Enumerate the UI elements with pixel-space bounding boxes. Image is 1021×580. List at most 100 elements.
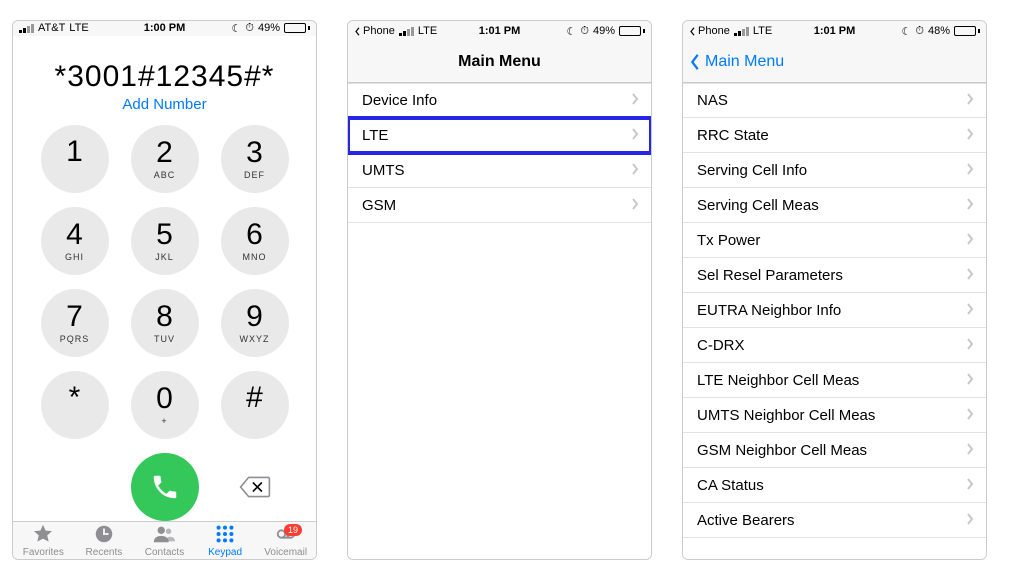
back-label: Main Menu	[705, 53, 784, 71]
menu-row[interactable]: LTE	[348, 118, 651, 153]
tab-recents[interactable]: Recents	[74, 522, 135, 559]
menu-row[interactable]: EUTRA Neighbor Info	[683, 293, 986, 328]
battery-icon	[284, 23, 310, 33]
alarm-icon: ⏱	[915, 25, 924, 38]
voicemail-badge: 19	[284, 524, 302, 536]
chevron-left-icon	[354, 27, 361, 36]
keypad-key-star[interactable]: *	[41, 371, 109, 439]
keypad-key-3[interactable]: 3DEF	[221, 125, 289, 193]
key-letters: PQRS	[60, 334, 90, 344]
keypad-key-9[interactable]: 9WXYZ	[221, 289, 289, 357]
chevron-right-icon	[966, 337, 974, 354]
chevron-right-icon	[966, 162, 974, 179]
add-number-button[interactable]: Add Number	[13, 96, 316, 121]
alarm-icon: ⏱	[245, 22, 254, 35]
menu-row[interactable]: GSM Neighbor Cell Meas	[683, 433, 986, 468]
delete-button[interactable]	[221, 475, 289, 499]
keypad-key-5[interactable]: 5 JKL	[131, 207, 199, 275]
key-letters: JKL	[155, 252, 174, 262]
menu-row[interactable]: Tx Power	[683, 223, 986, 258]
chevron-right-icon	[631, 127, 639, 144]
menu-row[interactable]: Serving Cell Info	[683, 153, 986, 188]
keypad-grid: 12ABC3DEF4GHI5JKL6MNO7PQRS8TUV9WXYZ*0+#	[41, 125, 289, 439]
key-letters: +	[161, 416, 167, 426]
call-button[interactable]	[131, 453, 199, 521]
key-digit: 3	[246, 138, 263, 168]
keypad-key-0[interactable]: 0+	[131, 371, 199, 439]
row-label: Serving Cell Meas	[697, 197, 819, 214]
key-digit: 2	[156, 138, 173, 168]
keypad-key-8[interactable]: 8 TUV	[131, 289, 199, 357]
battery-percent: 49%	[593, 25, 615, 37]
tab-keypad[interactable]: Keypad	[195, 522, 256, 559]
menu-row[interactable]: UMTS	[348, 153, 651, 188]
back-to-app-button[interactable]: Phone	[354, 25, 395, 37]
network-label: LTE	[69, 22, 88, 34]
chevron-right-icon	[966, 197, 974, 214]
menu-row[interactable]: CA Status	[683, 468, 986, 503]
menu-row[interactable]: LTE Neighbor Cell Meas	[683, 363, 986, 398]
signal-icon	[734, 27, 749, 36]
row-label: UMTS Neighbor Cell Meas	[697, 407, 875, 424]
menu-row[interactable]: Serving Cell Meas	[683, 188, 986, 223]
key-digit: 7	[66, 302, 83, 332]
key-letters: TUV	[154, 334, 175, 344]
tab-voicemail[interactable]: Voicemail 19	[255, 522, 316, 559]
menu-row[interactable]: RRC State	[683, 118, 986, 153]
tab-label: Recents	[86, 547, 123, 558]
row-label: LTE	[362, 127, 388, 144]
menu-row[interactable]: UMTS Neighbor Cell Meas	[683, 398, 986, 433]
keypad-key-4[interactable]: 4GHI	[41, 207, 109, 275]
keypad-key-hash[interactable]: #	[221, 371, 289, 439]
keypad-key-2[interactable]: 2ABC	[131, 125, 199, 193]
key-digit: 8	[156, 302, 173, 332]
row-label: Serving Cell Info	[697, 162, 807, 179]
status-time: 1:00 PM	[144, 22, 186, 34]
keypad-key-1[interactable]: 1	[41, 125, 109, 193]
back-button[interactable]: Main Menu	[683, 53, 784, 71]
menu-row[interactable]: Sel Resel Parameters	[683, 258, 986, 293]
chevron-right-icon	[966, 512, 974, 529]
row-label: Active Bearers	[697, 512, 795, 529]
tab-bar: Favorites Recents Contacts Keypad Voicem…	[13, 521, 316, 559]
menu-row[interactable]: C-DRX	[683, 328, 986, 363]
alarm-icon: ⏱	[580, 25, 589, 38]
dnd-moon-icon: ☾	[902, 25, 912, 38]
row-label: Sel Resel Parameters	[697, 267, 843, 284]
chevron-right-icon	[631, 92, 639, 109]
menu-list: Device Info LTE UMTS GSM	[348, 83, 651, 559]
key-digit: *	[69, 383, 81, 413]
star-icon	[31, 523, 55, 545]
row-label: NAS	[697, 92, 728, 109]
signal-icon	[399, 27, 414, 36]
key-digit: 5	[156, 220, 173, 250]
phone-dialer-screen: AT&T LTE 1:00 PM ☾ ⏱ 49% *3001#12345#* A…	[12, 20, 317, 560]
row-label: C-DRX	[697, 337, 745, 354]
tab-favorites[interactable]: Favorites	[13, 522, 74, 559]
chevron-right-icon	[966, 267, 974, 284]
menu-row[interactable]: GSM	[348, 188, 651, 223]
key-digit: 1	[66, 137, 83, 167]
phone-main-menu-screen: Phone LTE 1:01 PM ☾ ⏱ 49% Main Menu Devi…	[347, 20, 652, 560]
key-digit: 0	[156, 384, 173, 414]
back-to-app-button[interactable]: Phone	[689, 25, 730, 37]
keypad-key-7[interactable]: 7 PQRS	[41, 289, 109, 357]
dnd-moon-icon: ☾	[567, 25, 577, 38]
row-label: UMTS	[362, 162, 405, 179]
battery-percent: 48%	[928, 25, 950, 37]
chevron-left-icon	[689, 27, 696, 36]
battery-percent: 49%	[258, 22, 280, 34]
chevron-right-icon	[966, 232, 974, 249]
chevron-left-icon	[689, 53, 701, 71]
chevron-right-icon	[966, 442, 974, 459]
key-letters: MNO	[243, 252, 267, 262]
row-label: RRC State	[697, 127, 769, 144]
menu-row[interactable]: NAS	[683, 83, 986, 118]
menu-row[interactable]: Active Bearers	[683, 503, 986, 538]
dnd-moon-icon: ☾	[232, 22, 242, 35]
chevron-right-icon	[966, 302, 974, 319]
menu-row[interactable]: Device Info	[348, 83, 651, 118]
tab-contacts[interactable]: Contacts	[134, 522, 195, 559]
chevron-right-icon	[966, 372, 974, 389]
keypad-key-6[interactable]: 6MNO	[221, 207, 289, 275]
